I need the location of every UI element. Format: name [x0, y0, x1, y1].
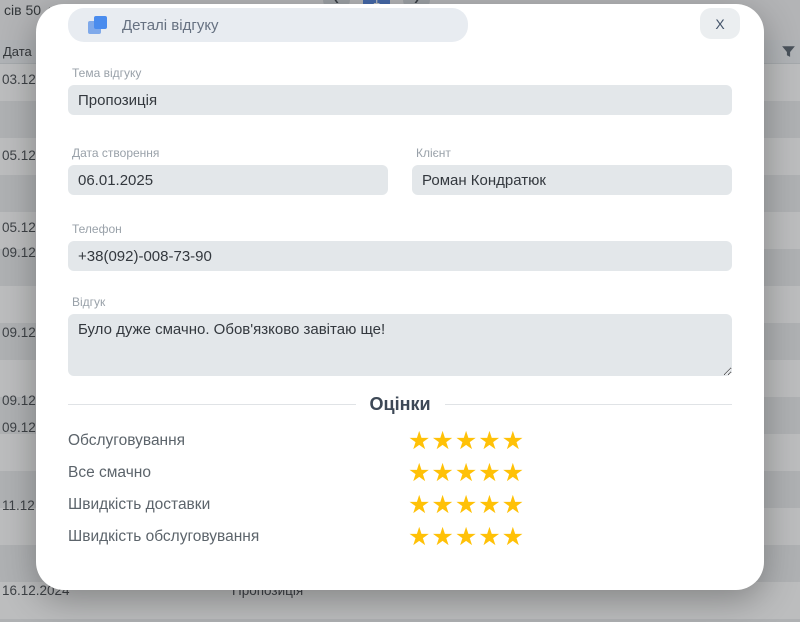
close-button[interactable]: X	[700, 8, 740, 39]
phone-input[interactable]	[68, 241, 732, 271]
close-icon: X	[715, 16, 724, 32]
feedback-details-modal: Деталі відгуку X Тема відгуку Дата створ…	[36, 4, 764, 590]
field-client-label: Клієнт	[416, 146, 732, 160]
field-created-label: Дата створення	[72, 146, 388, 160]
modal-title: Деталі відгуку	[122, 17, 219, 34]
divider-line-left	[68, 404, 356, 405]
rating-label: Все смачно	[68, 464, 408, 482]
star-rating[interactable]: ★★★★★	[408, 461, 525, 486]
modal-titlebar: Деталі відгуку	[68, 8, 468, 42]
feedback-icon	[88, 15, 108, 35]
rating-row: Все смачно★★★★★	[68, 457, 568, 489]
ratings-list: Обслуговування★★★★★Все смачно★★★★★Швидкі…	[68, 425, 568, 553]
field-topic: Тема відгуку	[68, 66, 732, 115]
rating-row: Обслуговування★★★★★	[68, 425, 568, 457]
star-rating[interactable]: ★★★★★	[408, 525, 525, 550]
rating-label: Швидкість обслуговування	[68, 528, 408, 546]
topic-input[interactable]	[68, 85, 732, 115]
field-created: Дата створення	[68, 146, 388, 195]
rating-row: Швидкість обслуговування★★★★★	[68, 521, 568, 553]
feedback-textarea[interactable]: Було дуже смачно. Обов'язково завітаю ще…	[68, 314, 732, 376]
rating-row: Швидкість доставки★★★★★	[68, 489, 568, 521]
ratings-heading: Оцінки	[370, 394, 431, 415]
field-phone-label: Телефон	[72, 222, 732, 236]
star-rating[interactable]: ★★★★★	[408, 493, 525, 518]
field-phone: Телефон	[68, 222, 732, 271]
created-date-input[interactable]	[68, 165, 388, 195]
ratings-divider: Оцінки	[68, 394, 732, 415]
field-feedback-label: Відгук	[72, 295, 732, 309]
rating-label: Обслуговування	[68, 432, 408, 450]
star-rating[interactable]: ★★★★★	[408, 429, 525, 454]
field-topic-label: Тема відгуку	[72, 66, 732, 80]
field-feedback: Відгук Було дуже смачно. Обов'язково зав…	[68, 295, 732, 376]
client-input[interactable]	[412, 165, 732, 195]
rating-label: Швидкість доставки	[68, 496, 408, 514]
divider-line-right	[445, 404, 733, 405]
field-client: Клієнт	[412, 146, 732, 195]
